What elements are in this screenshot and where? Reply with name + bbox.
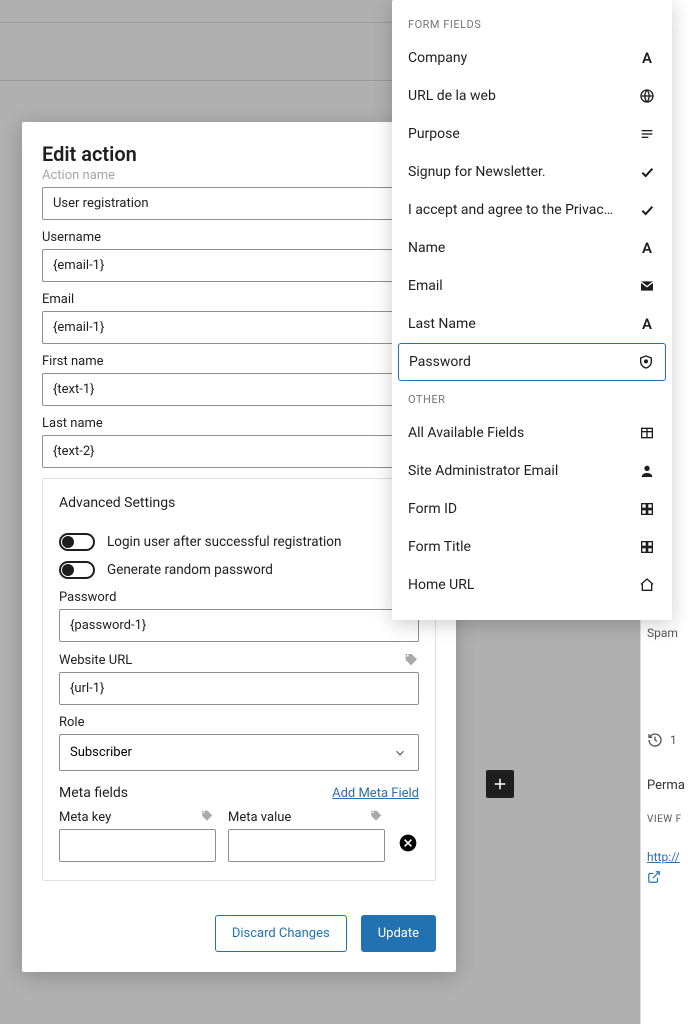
- role-select[interactable]: Subscriber: [59, 734, 419, 771]
- email-label: Email: [42, 292, 436, 307]
- website-url-label: Website URL: [59, 653, 132, 668]
- remove-meta-row-button[interactable]: [397, 832, 419, 854]
- grid-icon: [638, 538, 656, 556]
- popover-section-other: Other: [392, 387, 672, 414]
- username-label: Username: [42, 230, 436, 245]
- popover-item-label: Site Administrator Email: [408, 463, 558, 479]
- action-name-input[interactable]: [42, 187, 436, 220]
- popover-item-label: Form ID: [408, 501, 457, 517]
- password-input[interactable]: [59, 609, 419, 642]
- website-url-input[interactable]: [59, 672, 419, 705]
- email-input[interactable]: [42, 311, 436, 344]
- popover-item[interactable]: Site Administrator Email: [394, 452, 670, 490]
- table-icon: [638, 424, 656, 442]
- login-after-register-toggle[interactable]: [59, 533, 95, 551]
- advanced-settings-heading: Advanced Settings: [43, 479, 435, 527]
- field-picker-popover: Form Fields Company A URL de la web Purpose…: [392, 0, 672, 620]
- popover-item-label: Form Title: [408, 539, 471, 555]
- password-label: Password: [59, 590, 116, 605]
- grid-icon: [638, 500, 656, 518]
- meta-key-label: Meta key: [59, 810, 111, 825]
- popover-item[interactable]: Form Title: [394, 528, 670, 566]
- tag-icon[interactable]: [369, 809, 385, 825]
- popover-item-label: Name: [408, 240, 445, 256]
- spam-label: Spam: [647, 626, 678, 640]
- letter-a-icon: A: [638, 315, 656, 333]
- popover-item-label: Last Name: [408, 316, 476, 332]
- letter-a-icon: A: [638, 239, 656, 257]
- user-icon: [638, 462, 656, 480]
- popover-item-label: Purpose: [408, 126, 460, 142]
- popover-item-label: Signup for Newsletter.: [408, 164, 546, 180]
- discard-changes-button[interactable]: Discard Changes: [215, 915, 347, 952]
- popover-item[interactable]: Home URL: [394, 566, 670, 604]
- add-meta-field-button[interactable]: Add Meta Field: [332, 786, 419, 801]
- add-block-button[interactable]: [486, 770, 514, 798]
- popover-section-form-fields: Form Fields: [392, 12, 672, 39]
- home-icon: [638, 576, 656, 594]
- meta-value-input[interactable]: [228, 829, 385, 862]
- login-after-register-label: Login user after successful registration: [107, 534, 341, 550]
- popover-item-label: I accept and agree to the Privacy Pol...: [408, 202, 618, 218]
- first-name-input[interactable]: [42, 373, 436, 406]
- modal-title: Edit action: [42, 142, 436, 166]
- username-input[interactable]: [42, 249, 436, 282]
- permalink-label: Perma: [647, 778, 685, 793]
- generate-random-password-toggle[interactable]: [59, 561, 95, 579]
- popover-item[interactable]: Password: [398, 343, 666, 381]
- popover-item-label: Password: [409, 354, 471, 370]
- meta-key-input[interactable]: [59, 829, 216, 862]
- popover-item[interactable]: Purpose: [394, 115, 670, 153]
- popover-item-label: URL de la web: [408, 88, 496, 104]
- popover-item[interactable]: Company A: [394, 39, 670, 77]
- popover-item[interactable]: Last Name A: [394, 305, 670, 343]
- revisions-label: 1: [647, 732, 677, 748]
- popover-item-label: All Available Fields: [408, 425, 524, 441]
- globe-icon: [638, 87, 656, 105]
- popover-item-label: Home URL: [408, 577, 474, 593]
- role-label: Role: [59, 715, 419, 730]
- meta-value-label: Meta value: [228, 810, 291, 825]
- popover-item[interactable]: Email: [394, 267, 670, 305]
- generate-random-password-label: Generate random password: [107, 562, 273, 578]
- check-icon: [638, 163, 656, 181]
- popover-item-label: Company: [408, 50, 467, 66]
- popover-item[interactable]: Signup for Newsletter.: [394, 153, 670, 191]
- meta-fields-label: Meta fields: [59, 785, 128, 801]
- check-icon: [638, 201, 656, 219]
- advanced-settings-panel: Advanced Settings Login user after succe…: [42, 478, 436, 881]
- popover-item[interactable]: URL de la web: [394, 77, 670, 115]
- edit-action-modal: Edit action Action name Username Email F…: [22, 122, 456, 972]
- tag-icon[interactable]: [403, 652, 419, 668]
- popover-item[interactable]: All Available Fields: [394, 414, 670, 452]
- lines-icon: [638, 125, 656, 143]
- update-button[interactable]: Update: [361, 915, 436, 952]
- last-name-input[interactable]: [42, 435, 436, 468]
- letter-a-icon: A: [638, 49, 656, 67]
- popover-item[interactable]: Form ID: [394, 490, 670, 528]
- mail-icon: [638, 277, 656, 295]
- external-icon: [647, 870, 661, 884]
- first-name-label: First name: [42, 354, 436, 369]
- history-icon: [647, 732, 663, 748]
- popover-item-label: Email: [408, 278, 443, 294]
- view-label: VIEW F: [647, 814, 682, 825]
- shield-icon: [637, 353, 655, 371]
- popover-item[interactable]: Name A: [394, 229, 670, 267]
- url-link[interactable]: http://: [647, 850, 680, 864]
- last-name-label: Last name: [42, 416, 436, 431]
- tag-icon[interactable]: [200, 809, 216, 825]
- popover-item[interactable]: I accept and agree to the Privacy Pol...: [394, 191, 670, 229]
- action-name-label: Action name: [42, 168, 436, 183]
